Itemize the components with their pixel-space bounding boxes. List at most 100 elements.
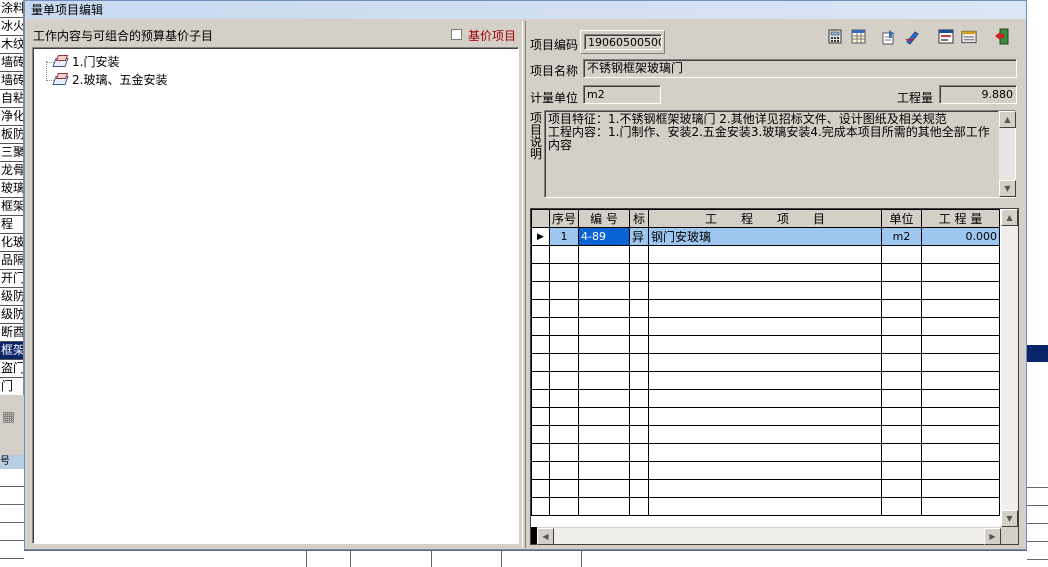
background-list-item[interactable]: 级防 <box>0 288 23 306</box>
grid-cell[interactable] <box>578 371 631 390</box>
panel-splitter[interactable] <box>522 21 526 548</box>
table-row[interactable] <box>531 461 1001 480</box>
table-row[interactable] <box>531 371 1001 390</box>
quantity-field[interactable]: 9.880 <box>939 85 1017 104</box>
grid-cell[interactable] <box>578 389 631 408</box>
background-list-item[interactable]: 盗门 <box>0 360 23 378</box>
grid-cell[interactable] <box>578 353 631 372</box>
table-row[interactable] <box>531 443 1001 462</box>
background-list-item[interactable]: 自粘 <box>0 90 23 108</box>
grid-cell[interactable] <box>531 443 550 462</box>
grid-cell[interactable] <box>921 263 1001 282</box>
grid-cell[interactable] <box>629 479 650 498</box>
background-list-item[interactable]: 三聚 <box>0 144 23 162</box>
background-list-item[interactable]: 化玻 <box>0 234 23 252</box>
grid-cell[interactable] <box>548 389 580 408</box>
grid-cell[interactable] <box>881 317 923 336</box>
grid-cell[interactable] <box>921 317 1001 336</box>
grid-cell[interactable] <box>881 497 923 516</box>
table-row[interactable] <box>531 407 1001 426</box>
description-box[interactable]: 项目特征：1.不锈钢框架玻璃门 2.其他详见招标文件、设计图纸及相关规范 工程内… <box>544 110 1016 198</box>
base-price-checkbox-label[interactable]: 基价项目 <box>468 27 516 44</box>
grid-cell[interactable] <box>921 281 1001 300</box>
grid-cell[interactable] <box>531 335 550 354</box>
calculator-icon[interactable] <box>827 28 843 45</box>
table-icon[interactable] <box>850 28 866 45</box>
grid-cell[interactable] <box>531 299 550 318</box>
grid-cell[interactable] <box>648 443 883 462</box>
grid-cell[interactable] <box>648 461 883 480</box>
background-list-item[interactable]: 级防 <box>0 306 23 324</box>
grid-cell[interactable] <box>921 443 1001 462</box>
grid-cell[interactable] <box>921 461 1001 480</box>
grid-cell[interactable] <box>578 335 631 354</box>
grid-cell[interactable] <box>629 353 650 372</box>
grid-cell[interactable] <box>531 371 550 390</box>
grid-cell[interactable] <box>578 443 631 462</box>
background-list-item[interactable]: 冰火 <box>0 18 23 36</box>
edit-icon[interactable] <box>904 28 920 45</box>
background-list-item[interactable]: 断酉 <box>0 324 23 342</box>
row-quantity[interactable]: 0.000 <box>921 227 1001 246</box>
grid-cell[interactable] <box>548 299 580 318</box>
description-text[interactable]: 项目特征：1.不锈钢框架玻璃门 2.其他详见招标文件、设计图纸及相关规范 工程内… <box>548 113 996 152</box>
background-list-item[interactable]: 墙砖 <box>0 54 23 72</box>
grid-cell[interactable] <box>921 389 1001 408</box>
grid-cell[interactable] <box>629 443 650 462</box>
table-row[interactable]: ▶ 1 4-89 异 钢门安玻璃 m2 0.000 <box>531 227 1001 246</box>
grid-cell[interactable] <box>648 299 883 318</box>
grid-cell[interactable] <box>629 299 650 318</box>
grid-cell[interactable] <box>881 389 923 408</box>
grid-cell[interactable] <box>629 263 650 282</box>
item-name-field[interactable]: 不锈钢框架玻璃门 <box>583 59 1017 78</box>
grid-cell[interactable] <box>648 389 883 408</box>
background-list-item[interactable]: 木纹 <box>0 36 23 54</box>
table-row[interactable] <box>531 389 1001 408</box>
grid-cell[interactable] <box>881 245 923 264</box>
scroll-right-icon[interactable]: ▶ <box>984 528 1001 545</box>
grid-cell[interactable] <box>881 425 923 444</box>
background-list-item[interactable]: 板防 <box>0 126 23 144</box>
grid-cell[interactable] <box>881 353 923 372</box>
background-list-item[interactable]: 净化 <box>0 108 23 126</box>
row-item[interactable]: 钢门安玻璃 <box>648 227 883 246</box>
exit-icon[interactable] <box>994 28 1010 45</box>
background-list-item[interactable]: 框架 <box>0 198 23 216</box>
description-scrollbar[interactable]: ▲ ▼ <box>998 111 1016 197</box>
scroll-left-icon[interactable]: ◀ <box>537 528 554 545</box>
tree-item[interactable]: 2.玻璃、五金安装 <box>53 72 167 88</box>
grid-cell[interactable] <box>548 245 580 264</box>
row-code[interactable]: 4-89 <box>578 227 631 246</box>
grid-cell[interactable] <box>531 497 550 516</box>
grid-cell[interactable] <box>648 407 883 426</box>
grid-cell[interactable] <box>629 497 650 516</box>
table-row[interactable] <box>531 263 1001 282</box>
grid-cell[interactable] <box>578 497 631 516</box>
grid-cell[interactable] <box>629 389 650 408</box>
grid-cell[interactable] <box>578 317 631 336</box>
grid-cell[interactable] <box>881 461 923 480</box>
grid-cell[interactable] <box>578 425 631 444</box>
table-row[interactable] <box>531 245 1001 264</box>
grid-cell[interactable] <box>881 479 923 498</box>
grid-cell[interactable] <box>578 479 631 498</box>
grid-cell[interactable] <box>648 281 883 300</box>
background-list-item[interactable]: 框架 <box>0 342 23 360</box>
grid-cell[interactable] <box>921 371 1001 390</box>
grid-cell[interactable] <box>578 461 631 480</box>
record-icon[interactable]: ▦ <box>2 409 20 425</box>
grid-cell[interactable] <box>629 281 650 300</box>
row-unit[interactable]: m2 <box>881 227 923 246</box>
grid-cell[interactable] <box>921 299 1001 318</box>
grid-cell[interactable] <box>881 407 923 426</box>
grid-cell[interactable] <box>921 245 1001 264</box>
table-row[interactable] <box>531 425 1001 444</box>
grid-cell[interactable] <box>548 407 580 426</box>
grid-cell[interactable] <box>921 353 1001 372</box>
grid-cell[interactable] <box>531 461 550 480</box>
grid-cell[interactable] <box>648 335 883 354</box>
grid-cell[interactable] <box>578 281 631 300</box>
grid-cell[interactable] <box>629 335 650 354</box>
grid-cell[interactable] <box>648 353 883 372</box>
grid-cell[interactable] <box>921 497 1001 516</box>
